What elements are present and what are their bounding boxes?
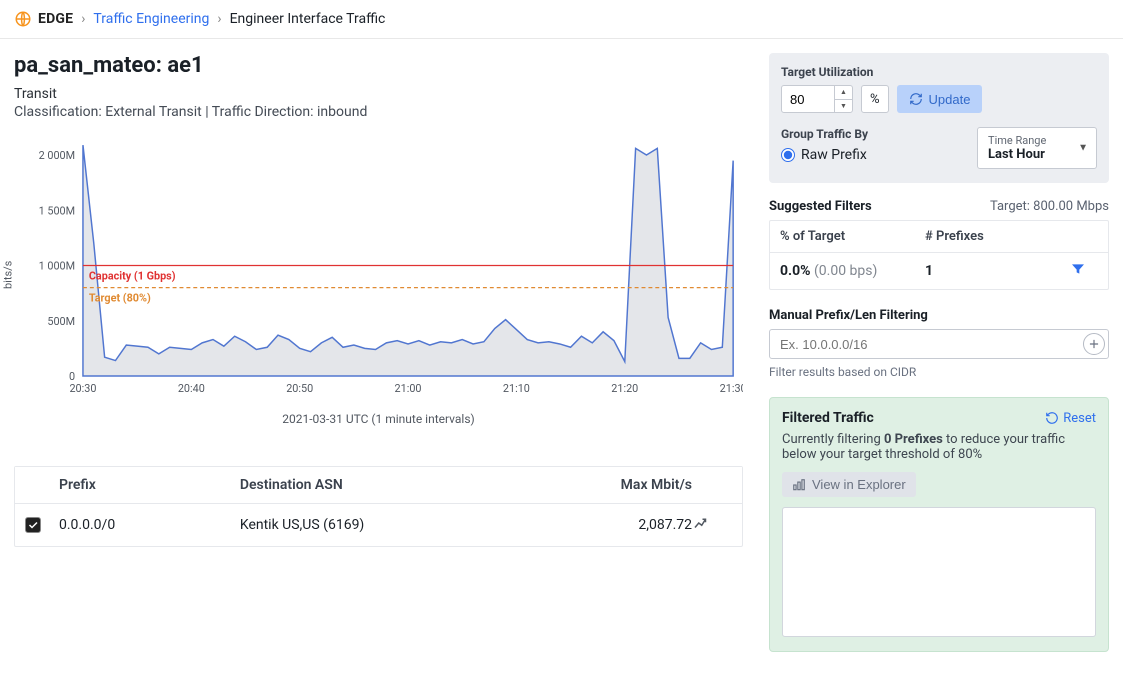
spin-down-icon[interactable]: ▼ <box>835 99 852 113</box>
spin-up-icon[interactable]: ▲ <box>835 86 852 99</box>
sf-col-prefixes: # Prefixes <box>925 229 1070 244</box>
col-max: Max Mbit/s <box>541 477 692 493</box>
row-prefix: 0.0.0.0/0 <box>59 517 240 533</box>
interface-type: Transit <box>14 86 743 102</box>
filter-icon[interactable] <box>1070 261 1098 281</box>
update-button[interactable]: Update <box>897 85 983 113</box>
suggested-row[interactable]: 0.0% (0.00 bps) 1 <box>770 253 1108 289</box>
interface-classification: Classification: External Transit | Traff… <box>14 104 743 120</box>
time-range-select[interactable]: Time Range Last Hour ▼ <box>977 127 1097 169</box>
reset-icon <box>1045 411 1059 425</box>
explorer-icon <box>792 478 806 492</box>
svg-text:21:00: 21:00 <box>395 382 422 395</box>
target-util-label: Target Utilization <box>781 65 1097 79</box>
svg-text:1 500M: 1 500M <box>39 204 75 217</box>
caret-down-icon: ▼ <box>1078 143 1088 154</box>
col-prefix: Prefix <box>59 477 240 493</box>
trend-up-icon[interactable] <box>692 514 732 536</box>
spinner-buttons[interactable]: ▲ ▼ <box>834 86 852 112</box>
target-utilization-panel: Target Utilization ▲ ▼ % Update Group <box>769 53 1109 183</box>
table-row[interactable]: 0.0.0.0/0 Kentik US,US (6169) 2,087.72 <box>15 504 742 546</box>
chart-subtitle: 2021-03-31 UTC (1 minute intervals) <box>14 412 743 426</box>
svg-text:1 000M: 1 000M <box>39 259 75 272</box>
svg-text:21:20: 21:20 <box>611 382 638 395</box>
svg-text:20:30: 20:30 <box>69 382 96 395</box>
breadcrumb-page: Engineer Interface Traffic <box>230 11 386 27</box>
raw-prefix-radio[interactable]: Raw Prefix <box>781 147 868 163</box>
filtered-description: Currently filtering 0 Prefixes to reduce… <box>782 432 1096 462</box>
row-max: 2,087.72 <box>541 517 692 533</box>
filtered-results-box <box>782 507 1096 637</box>
svg-text:2 000M: 2 000M <box>39 149 75 162</box>
suggested-filters-table: % of Target # Prefixes 0.0% (0.00 bps) 1 <box>769 220 1109 290</box>
row-asn: Kentik US,US (6169) <box>240 517 541 533</box>
pct-unit: % <box>861 85 889 113</box>
manual-filter-label: Manual Prefix/Len Filtering <box>769 308 1109 323</box>
breadcrumb-section[interactable]: Traffic Engineering <box>93 11 209 27</box>
view-in-explorer-button[interactable]: View in Explorer <box>782 472 916 497</box>
add-filter-button[interactable] <box>1083 333 1105 355</box>
breadcrumb-product[interactable]: EDGE <box>38 11 73 27</box>
group-by-label: Group Traffic By <box>781 127 868 141</box>
page-title: pa_san_mateo: ae1 <box>14 53 743 78</box>
manual-filter-input[interactable] <box>769 329 1109 359</box>
svg-text:20:50: 20:50 <box>286 382 313 395</box>
sf-col-pct: % of Target <box>780 229 925 244</box>
row-checkbox[interactable] <box>25 517 41 533</box>
filtered-traffic-panel: Filtered Traffic Reset Currently filteri… <box>769 397 1109 652</box>
table-header: Prefix Destination ASN Max Mbit/s <box>15 467 742 504</box>
col-asn: Destination ASN <box>240 477 541 493</box>
svg-text:21:30: 21:30 <box>720 382 743 395</box>
svg-text:20:40: 20:40 <box>178 382 205 395</box>
filtered-title: Filtered Traffic <box>782 410 874 426</box>
suggested-filters-header: Suggested Filters Target: 800.00 Mbps <box>769 199 1109 214</box>
prefix-table: Prefix Destination ASN Max Mbit/s 0.0.0.… <box>14 466 743 547</box>
plus-icon <box>1087 337 1101 351</box>
target-util-input[interactable]: ▲ ▼ <box>781 85 853 113</box>
svg-text:Capacity (1 Gbps): Capacity (1 Gbps) <box>89 269 176 282</box>
globe-icon <box>14 10 32 28</box>
reset-button[interactable]: Reset <box>1045 411 1096 426</box>
breadcrumb: EDGE › Traffic Engineering › Engineer In… <box>0 0 1123 39</box>
chevron-right-icon: › <box>215 11 223 27</box>
chevron-right-icon: › <box>79 11 87 27</box>
chart-y-label: bits/s <box>2 261 15 289</box>
refresh-icon <box>909 92 923 106</box>
svg-text:Target (80%): Target (80%) <box>89 292 151 305</box>
svg-text:500M: 500M <box>47 315 75 328</box>
traffic-chart: bits/s 0500M1 000M1 500M2 000M20:3020:40… <box>14 134 743 444</box>
manual-filter-help: Filter results based on CIDR <box>769 365 1109 379</box>
chart-svg: 0500M1 000M1 500M2 000M20:3020:4020:5021… <box>14 134 743 404</box>
raw-prefix-radio-input[interactable] <box>781 148 795 162</box>
svg-text:21:10: 21:10 <box>503 382 530 395</box>
